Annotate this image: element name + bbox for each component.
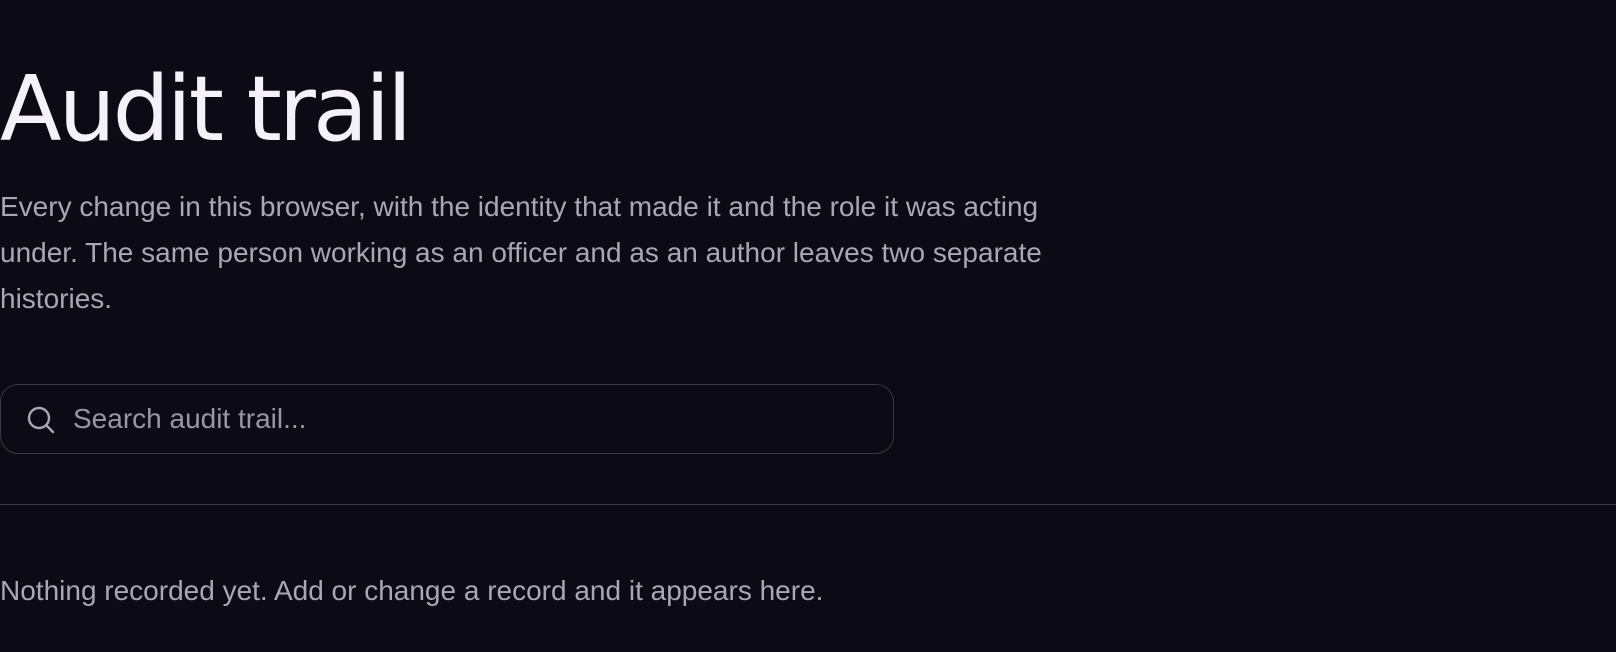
section-divider: [0, 504, 1616, 505]
audit-trail-page: Audit trail Every change in this browser…: [0, 0, 1616, 652]
search-box[interactable]: [0, 384, 894, 454]
page-title: Audit trail: [0, 57, 412, 162]
empty-state-message: Nothing recorded yet. Add or change a re…: [0, 575, 824, 606]
page-description: Every change in this browser, with the i…: [0, 191, 1042, 314]
search-icon: [25, 404, 57, 436]
search-input[interactable]: [73, 385, 873, 452]
